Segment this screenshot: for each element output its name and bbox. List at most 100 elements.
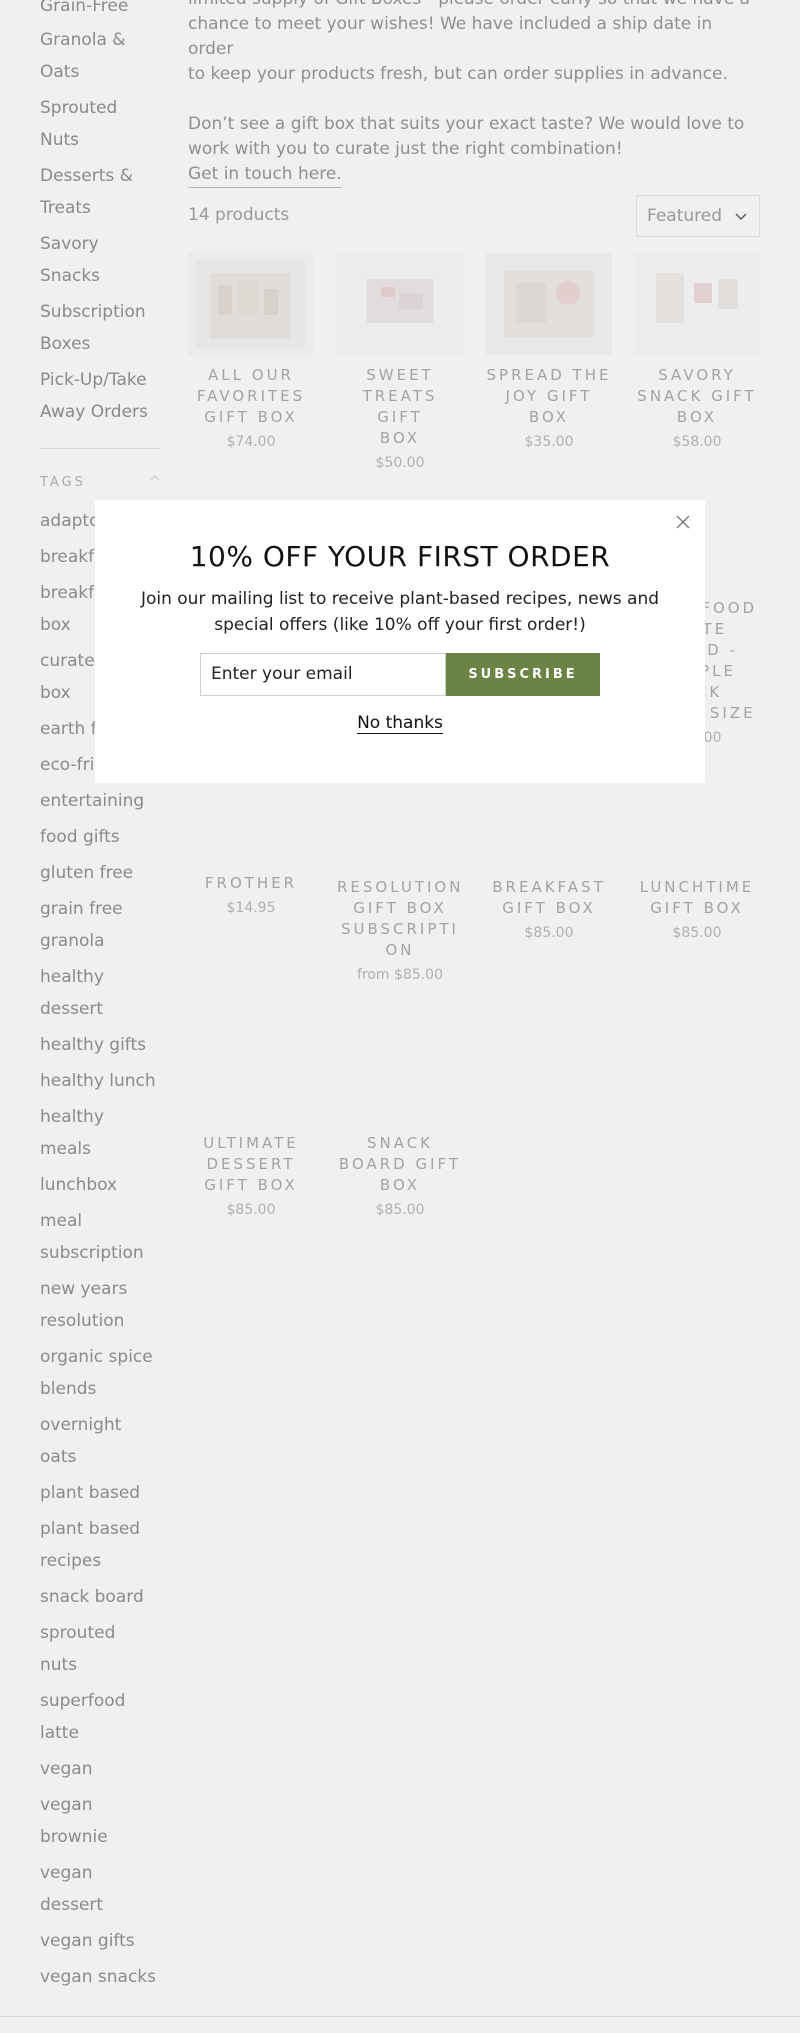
- product-title[interactable]: LUNCHTIME GIFT BOX: [634, 877, 760, 919]
- tag-lunchbox[interactable]: lunchbox: [40, 1169, 160, 1201]
- product-card[interactable]: FROTHER $14.95: [188, 873, 314, 916]
- dismiss-popup-link[interactable]: No thanks: [95, 713, 705, 734]
- category-grain-free[interactable]: Grain-Free: [40, 0, 160, 20]
- product-price: $85.00: [375, 1202, 425, 1218]
- tag-label: lunchbox: [40, 1175, 118, 1195]
- product-title-line: BREAKFAST: [492, 878, 606, 896]
- tag-healthy-lunch[interactable]: healthy lunch: [40, 1065, 160, 1097]
- product-card[interactable]: RESOLUTION GIFT BOX SUBSCRIPTI ON from $85.…: [337, 877, 463, 983]
- sort-select[interactable]: Featured: [636, 195, 760, 237]
- product-title[interactable]: SAVORY SNACK GIFT BOX: [634, 365, 760, 428]
- category-pickup-takeaway[interactable]: Pick-Up/Take Away Orders: [40, 364, 160, 428]
- product-title[interactable]: SNACK BOARD GIFT BOX: [337, 1133, 463, 1196]
- category-desserts-treats[interactable]: Desserts & Treats: [40, 160, 160, 224]
- tag-label: blends: [40, 1379, 97, 1399]
- tag-sprouted-nuts[interactable]: sprouted nuts: [40, 1617, 160, 1681]
- email-field[interactable]: Enter your email: [200, 653, 446, 696]
- tag-plant-based[interactable]: plant based: [40, 1477, 160, 1509]
- popup-subtitle: Join our mailing list to receive plant-b…: [140, 586, 660, 638]
- tag-healthy-gifts[interactable]: healthy gifts: [40, 1029, 160, 1061]
- tags-section-header[interactable]: TAGS: [40, 448, 160, 495]
- tag-plant-based-recipes[interactable]: plant based recipes: [40, 1513, 160, 1577]
- product-card[interactable]: SAVORY SNACK GIFT BOX $58.00: [634, 253, 760, 450]
- product-title[interactable]: ULTIMATE DESSERT GIFT BOX: [188, 1133, 314, 1196]
- tag-label: brownie: [40, 1827, 108, 1847]
- product-card[interactable]: ULTIMATE DESSERT GIFT BOX $85.00: [188, 1133, 314, 1218]
- tag-label: meal: [40, 1211, 83, 1231]
- tag-snack-board[interactable]: snack board: [40, 1581, 160, 1613]
- category-label: Grain-Free: [40, 0, 129, 16]
- intro-paragraph-1: limited supply of Gift Boxes - please or…: [188, 0, 760, 87]
- product-card[interactable]: SPREAD THE JOY GIFT BOX $35.00: [486, 253, 612, 450]
- product-title[interactable]: SPREAD THE JOY GIFT BOX: [486, 365, 612, 428]
- category-label: Pick-Up/Take: [40, 370, 147, 390]
- tag-new-years-resolution[interactable]: new years resolution: [40, 1273, 160, 1337]
- intro-text: chance to meet your wishes! We have incl…: [188, 14, 713, 59]
- tag-vegan-snacks[interactable]: vegan snacks: [40, 1961, 160, 1993]
- tag-gluten-free[interactable]: gluten free: [40, 857, 160, 889]
- product-card[interactable]: LUNCHTIME GIFT BOX $85.00: [634, 877, 760, 941]
- product-card[interactable]: BREAKFAST GIFT BOX $85.00: [486, 877, 612, 941]
- tag-label: box: [40, 683, 71, 703]
- product-title-line: SPREAD THE: [486, 366, 612, 384]
- tag-label: latte: [40, 1723, 79, 1743]
- product-title[interactable]: FROTHER: [188, 873, 314, 894]
- tag-label: plant based: [40, 1483, 141, 1503]
- collection-toolbar: 14 products Featured: [188, 195, 760, 237]
- product-title[interactable]: BREAKFAST GIFT BOX: [486, 877, 612, 919]
- category-label: Granola &: [40, 30, 126, 50]
- tag-label: granola: [40, 931, 105, 951]
- tag-vegan-brownie[interactable]: vegan brownie: [40, 1789, 160, 1853]
- category-subscription-boxes[interactable]: Subscription Boxes: [40, 296, 160, 360]
- popup-title: 10% OFF YOUR FIRST ORDER: [189, 540, 611, 573]
- close-icon[interactable]: [675, 514, 691, 530]
- tag-label: vegan: [40, 1863, 93, 1883]
- tag-healthy-meals[interactable]: healthy meals: [40, 1101, 160, 1165]
- tag-label: meals: [40, 1139, 92, 1159]
- tag-vegan-gifts[interactable]: vegan gifts: [40, 1925, 160, 1957]
- sidebar-filters: Grain-Free Granola & Oats Sprouted Nuts De…: [40, 0, 160, 1997]
- tag-label: oats: [40, 1447, 77, 1467]
- contact-link[interactable]: Get in touch here.: [188, 162, 342, 188]
- product-image[interactable]: [486, 253, 612, 355]
- category-granola-oats[interactable]: Granola & Oats: [40, 24, 160, 88]
- tag-food-gifts[interactable]: food gifts: [40, 821, 160, 853]
- tag-label: organic spice: [40, 1347, 153, 1367]
- category-savory-snacks[interactable]: Savory Snacks: [40, 228, 160, 292]
- subscribe-button[interactable]: SUBSCRIBE: [446, 653, 600, 696]
- tag-grain-free-granola[interactable]: grain free granola: [40, 893, 160, 957]
- product-card[interactable]: ALL OUR FAVORITES GIFT BOX $74.00: [188, 253, 314, 450]
- product-price: $58.00: [672, 434, 722, 450]
- tag-entertaining[interactable]: entertaining: [40, 785, 160, 817]
- tag-label: healthy gifts: [40, 1035, 147, 1055]
- popup-subtitle-line: Join our mailing list to receive plant-b…: [140, 589, 660, 609]
- tag-overnight-oats[interactable]: overnight oats: [40, 1409, 160, 1473]
- product-title-line: LUNCHTIME: [639, 878, 755, 896]
- product-card[interactable]: SNACK BOARD GIFT BOX $85.00: [337, 1133, 463, 1218]
- product-title-line: BOX: [379, 1176, 421, 1194]
- tag-label: healthy: [40, 967, 104, 987]
- product-title[interactable]: SWEET TREATS GIFT BOX: [337, 365, 463, 449]
- product-price: $74.00: [226, 434, 276, 450]
- product-title[interactable]: ALL OUR FAVORITES GIFT BOX: [188, 365, 314, 428]
- tag-meal-subscription[interactable]: meal subscription: [40, 1205, 160, 1269]
- product-title-line: BOARD GIFT: [338, 1155, 462, 1173]
- category-sprouted-nuts[interactable]: Sprouted Nuts: [40, 92, 160, 156]
- tag-label: box: [40, 615, 71, 635]
- product-image[interactable]: [634, 253, 760, 355]
- tag-label: vegan: [40, 1795, 93, 1815]
- tag-vegan-dessert[interactable]: vegan dessert: [40, 1857, 160, 1921]
- tag-label: gluten free: [40, 863, 134, 883]
- product-title[interactable]: RESOLUTION GIFT BOX SUBSCRIPTI ON: [337, 877, 463, 961]
- tag-superfood-latte[interactable]: superfood latte: [40, 1685, 160, 1749]
- product-image[interactable]: [337, 253, 463, 355]
- product-card[interactable]: SWEET TREATS GIFT BOX $50.00: [337, 253, 463, 471]
- tag-vegan[interactable]: vegan: [40, 1753, 160, 1785]
- tag-healthy-dessert[interactable]: healthy dessert: [40, 961, 160, 1025]
- product-title-line: ULTIMATE: [203, 1134, 299, 1152]
- tag-label: resolution: [40, 1311, 125, 1331]
- tag-organic-spice-blends[interactable]: organic spice blends: [40, 1341, 160, 1405]
- product-title-line: DESSERT: [206, 1155, 296, 1173]
- product-price: $35.00: [524, 434, 574, 450]
- product-image[interactable]: [188, 253, 314, 355]
